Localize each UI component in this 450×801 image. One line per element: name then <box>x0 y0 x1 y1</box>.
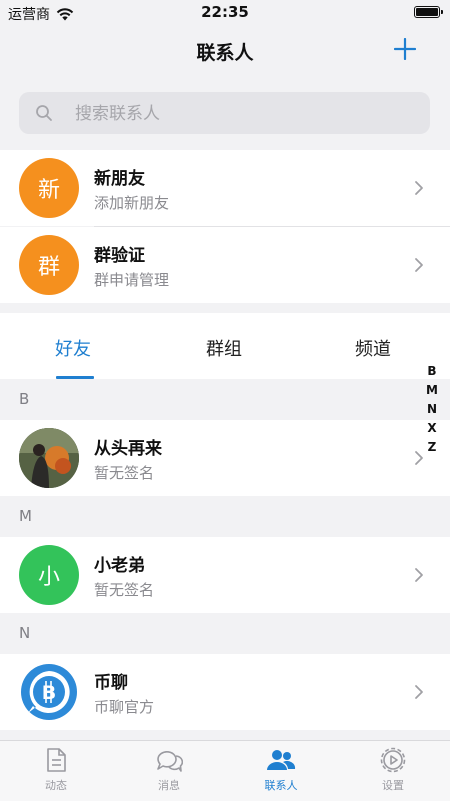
index-letter[interactable]: Z <box>422 438 442 457</box>
tabbar-label: 联系人 <box>264 779 298 792</box>
index-letter[interactable]: N <box>422 400 442 419</box>
row-title: 新朋友 <box>94 169 145 189</box>
section-letter: M <box>19 507 32 525</box>
row-title: 群验证 <box>94 246 145 266</box>
section-letter: N <box>19 624 31 642</box>
chat-bubbles-icon <box>157 751 183 772</box>
group-verification-avatar: 群 <box>19 235 79 295</box>
contact-name: 从头再来 <box>94 439 162 459</box>
index-letter[interactable]: X <box>422 419 442 438</box>
contact-name: 币聊 <box>94 673 128 693</box>
tab-friends[interactable]: 好友 <box>55 335 91 361</box>
section-header-m: M <box>0 497 450 537</box>
avatar-photo-image <box>19 428 79 488</box>
row-subtitle: 群申请管理 <box>94 271 170 289</box>
contact-row[interactable]: 小 小老弟 暂无签名 <box>0 537 450 613</box>
tabbar-label: 设置 <box>382 779 404 792</box>
alphabet-index[interactable]: B M N X Z <box>422 362 442 457</box>
section-header-n: N <box>0 614 450 654</box>
index-letter[interactable]: M <box>422 381 442 400</box>
contacts-icon <box>267 750 296 770</box>
chevron-right-icon <box>415 181 423 195</box>
tabbar-item-settings[interactable]: 设置 <box>358 747 428 793</box>
nav-header: 联系人 <box>0 26 450 76</box>
contact-row[interactable]: 从头再来 暂无签名 <box>0 420 450 496</box>
section-letter: B <box>19 390 30 408</box>
contact-signature: 币聊官方 <box>94 698 155 716</box>
status-bar: 运营商 22:35 <box>0 0 450 26</box>
svg-text:B: B <box>42 682 56 704</box>
avatar-text: 新 <box>37 178 60 203</box>
new-friends-avatar: 新 <box>19 158 79 218</box>
bottom-tab-bar: 动态 消息 联系人 设置 <box>0 740 450 801</box>
group-verification-row[interactable]: 群 群验证 群申请管理 <box>0 227 450 303</box>
search-input[interactable] <box>73 101 417 127</box>
tabbar-item-messages[interactable]: 消息 <box>134 747 204 793</box>
avatar-text: 小 <box>37 565 60 590</box>
search-icon <box>36 105 52 121</box>
status-time: 22:35 <box>201 3 249 21</box>
chevron-right-icon <box>415 685 423 699</box>
bitcoin-chat-logo-icon: B <box>19 662 79 722</box>
section-header-b: B <box>0 380 450 420</box>
tab-groups[interactable]: 群组 <box>206 335 242 361</box>
battery-icon <box>414 6 443 18</box>
settings-icon <box>380 747 406 773</box>
contact-name: 小老弟 <box>94 556 145 576</box>
contact-signature: 暂无签名 <box>94 581 155 599</box>
tabbar-item-contacts[interactable]: 联系人 <box>246 747 316 793</box>
row-subtitle: 添加新朋友 <box>94 194 170 212</box>
chevron-right-icon <box>415 568 423 582</box>
contact-tabs: 好友 群组 频道 <box>0 313 450 379</box>
index-letter[interactable]: B <box>422 362 442 381</box>
search-bar[interactable] <box>19 92 430 134</box>
document-icon <box>47 748 66 772</box>
tabbar-item-feed[interactable]: 动态 <box>21 747 91 793</box>
contact-row[interactable]: B 币聊 币聊官方 <box>0 654 450 730</box>
contact-avatar-photo <box>19 428 79 488</box>
tab-channels[interactable]: 频道 <box>355 335 391 361</box>
avatar-text: 群 <box>37 255 60 280</box>
contact-avatar: 小 <box>19 545 79 605</box>
tabbar-label: 消息 <box>158 779 180 792</box>
new-friends-row[interactable]: 新 新朋友 添加新朋友 <box>0 150 450 226</box>
chevron-right-icon <box>415 258 423 272</box>
contact-signature: 暂无签名 <box>94 464 155 482</box>
active-tab-indicator <box>56 376 94 379</box>
add-contact-button[interactable] <box>394 38 416 60</box>
page-title: 联系人 <box>196 42 254 64</box>
tabbar-label: 动态 <box>45 779 67 792</box>
